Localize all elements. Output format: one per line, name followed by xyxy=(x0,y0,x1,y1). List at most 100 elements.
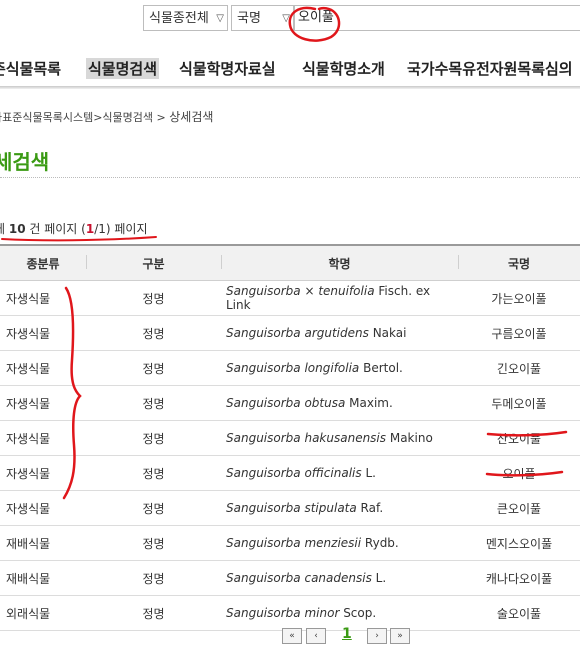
nav-item-plant-name-search[interactable]: 식물명검색 xyxy=(86,58,160,79)
cell-korean-name[interactable]: 캐나다오이풀 xyxy=(458,560,580,596)
cell-type: 자생식물 xyxy=(0,420,86,456)
author: Maxim. xyxy=(345,396,393,410)
header-type[interactable]: 종분류 xyxy=(0,244,86,281)
cell-type: 재배식물 xyxy=(0,525,86,561)
search-input-value: 오이풀 xyxy=(298,10,334,25)
cell-scientific-name[interactable]: Sanguisorba × tenuifolia Fisch. ex Link xyxy=(221,280,458,316)
cell-korean-name[interactable]: 큰오이풀 xyxy=(458,490,580,526)
page-number[interactable]: 1 xyxy=(342,626,352,642)
epithet: officinalis xyxy=(304,466,362,480)
cell-scientific-name[interactable]: Sanguisorba stipulata Raf. xyxy=(221,490,458,526)
result-summary: 체 10 건 페이지 (1/1) 페이지 xyxy=(0,220,148,237)
author: Nakai xyxy=(368,326,407,340)
cell-scientific-name[interactable]: Sanguisorba hakusanensis Makino xyxy=(221,420,458,456)
author: Bertol. xyxy=(359,361,403,375)
epithet: tenuifolia xyxy=(318,284,375,298)
table-row[interactable]: 재배식물 정명 Sanguisorba canadensis L. 캐나다오이풀 xyxy=(0,560,580,596)
header-korean-name[interactable]: 국명 xyxy=(458,244,580,281)
category-select[interactable]: 식물종전체 ▽ xyxy=(143,5,228,31)
author: Makino xyxy=(386,431,433,445)
cell-scientific-name[interactable]: Sanguisorba minor Scop. xyxy=(221,595,458,631)
cell-type: 자생식물 xyxy=(0,315,86,351)
field-select-value: 국명 xyxy=(237,11,261,26)
cell-korean-name[interactable]: 멘지스오이풀 xyxy=(458,525,580,561)
cell-status: 정명 xyxy=(86,280,221,316)
cell-korean-name[interactable]: 산오이풀 xyxy=(458,420,580,456)
current-page: 1 xyxy=(85,222,95,236)
genus: Sanguisorba xyxy=(226,606,301,620)
author: Raf. xyxy=(356,501,384,515)
epithet: canadensis xyxy=(304,571,372,585)
author: L. xyxy=(361,466,376,480)
first-page-button[interactable]: « xyxy=(282,628,302,644)
summary-prefix: 체 xyxy=(0,222,9,236)
epithet: hakusanensis xyxy=(304,431,387,445)
nav-item-scientific-name-intro[interactable]: 식물학명소개 xyxy=(302,58,385,79)
table-row[interactable]: 외래식물 정명 Sanguisorba minor Scop. 술오이풀 xyxy=(0,595,580,631)
table-row[interactable]: 자생식물 정명 Sanguisorba stipulata Raf. 큰오이풀 xyxy=(0,490,580,526)
cell-status: 정명 xyxy=(86,525,221,561)
nav-item-standard-list[interactable]: 준식물목록 xyxy=(0,58,61,79)
table-row[interactable]: 자생식물 정명 Sanguisorba officinalis L. 오이풀 xyxy=(0,455,580,491)
results-table: 종분류 구분 학명 국명 자생식물 정명 Sanguisorba × tenuifo… xyxy=(0,244,580,631)
genus: Sanguisorba xyxy=(226,284,301,298)
header-scientific-name[interactable]: 학명 xyxy=(221,244,458,281)
field-select[interactable]: 국명 ▽ xyxy=(231,5,294,31)
table-row[interactable]: 자생식물 정명 Sanguisorba obtusa Maxim. 두메오이풀 xyxy=(0,385,580,421)
result-count: 10 xyxy=(8,222,26,236)
table-row[interactable]: 자생식물 정명 Sanguisorba argutidens Nakai 구름오이풀 xyxy=(0,315,580,351)
cell-status: 정명 xyxy=(86,350,221,386)
cell-type: 자생식물 xyxy=(0,385,86,421)
genus: Sanguisorba xyxy=(226,326,301,340)
cell-korean-name[interactable]: 가는오이풀 xyxy=(458,280,580,316)
genus: Sanguisorba xyxy=(226,536,301,550)
prev-page-icon: ‹ xyxy=(314,631,318,641)
cell-type: 자생식물 xyxy=(0,490,86,526)
cell-korean-name[interactable]: 술오이풀 xyxy=(458,595,580,631)
cell-scientific-name[interactable]: Sanguisorba menziesii Rydb. xyxy=(221,525,458,561)
epithet: stipulata xyxy=(304,501,357,515)
epithet: menziesii xyxy=(304,536,362,550)
genus: Sanguisorba xyxy=(226,571,301,585)
nav-item-tree-genetic-list[interactable]: 국가수목유전자원목록심의 xyxy=(407,58,573,79)
header-status[interactable]: 구분 xyxy=(86,244,221,281)
cell-status: 정명 xyxy=(86,490,221,526)
name-connector: × xyxy=(300,284,319,298)
title-divider xyxy=(0,177,580,178)
genus: Sanguisorba xyxy=(226,466,301,480)
breadcrumb-item[interactable]: 가표준식물목록시스템 xyxy=(0,111,93,124)
epithet: obtusa xyxy=(304,396,346,410)
cell-status: 정명 xyxy=(86,420,221,456)
page-title: 세검색 xyxy=(0,150,50,174)
table-header-row: 종분류 구분 학명 국명 xyxy=(0,244,580,281)
breadcrumb-item[interactable]: 식물명검색 xyxy=(102,111,153,124)
table-row[interactable]: 자생식물 정명 Sanguisorba × tenuifolia Fisch. ex… xyxy=(0,280,580,316)
cell-scientific-name[interactable]: Sanguisorba officinalis L. xyxy=(221,455,458,491)
epithet: longifolia xyxy=(304,361,360,375)
cell-korean-name[interactable]: 긴오이풀 xyxy=(458,350,580,386)
genus: Sanguisorba xyxy=(226,431,301,445)
next-page-button[interactable]: › xyxy=(367,628,387,644)
genus: Sanguisorba xyxy=(226,396,301,410)
author: Scop. xyxy=(339,606,377,620)
cell-korean-name[interactable]: 구름오이풀 xyxy=(458,315,580,351)
search-input[interactable]: 오이풀 xyxy=(294,5,580,31)
cell-type: 재배식물 xyxy=(0,560,86,596)
summary-rest: /1) 페이지 xyxy=(94,222,148,236)
cell-scientific-name[interactable]: Sanguisorba argutidens Nakai xyxy=(221,315,458,351)
cell-korean-name[interactable]: 오이풀 xyxy=(458,455,580,491)
cell-scientific-name[interactable]: Sanguisorba obtusa Maxim. xyxy=(221,385,458,421)
nav-item-scientific-name-archive[interactable]: 식물학명자료실 xyxy=(179,58,276,79)
table-row[interactable]: 자생식물 정명 Sanguisorba hakusanensis Makino 산오이… xyxy=(0,420,580,456)
prev-page-button[interactable]: ‹ xyxy=(306,628,326,644)
summary-mid: 건 페이지 ( xyxy=(25,222,86,236)
table-row[interactable]: 자생식물 정명 Sanguisorba longifolia Bertol. 긴오이풀 xyxy=(0,350,580,386)
cell-scientific-name[interactable]: Sanguisorba canadensis L. xyxy=(221,560,458,596)
last-page-button[interactable]: » xyxy=(390,628,410,644)
search-bar: 식물종전체 ▽ 국명 ▽ 오이풀 xyxy=(0,4,580,34)
cell-korean-name[interactable]: 두메오이풀 xyxy=(458,385,580,421)
table-row[interactable]: 재배식물 정명 Sanguisorba menziesii Rydb. 멘지스오이풀 xyxy=(0,525,580,561)
first-page-icon: « xyxy=(289,631,295,641)
cell-type: 자생식물 xyxy=(0,350,86,386)
cell-scientific-name[interactable]: Sanguisorba longifolia Bertol. xyxy=(221,350,458,386)
